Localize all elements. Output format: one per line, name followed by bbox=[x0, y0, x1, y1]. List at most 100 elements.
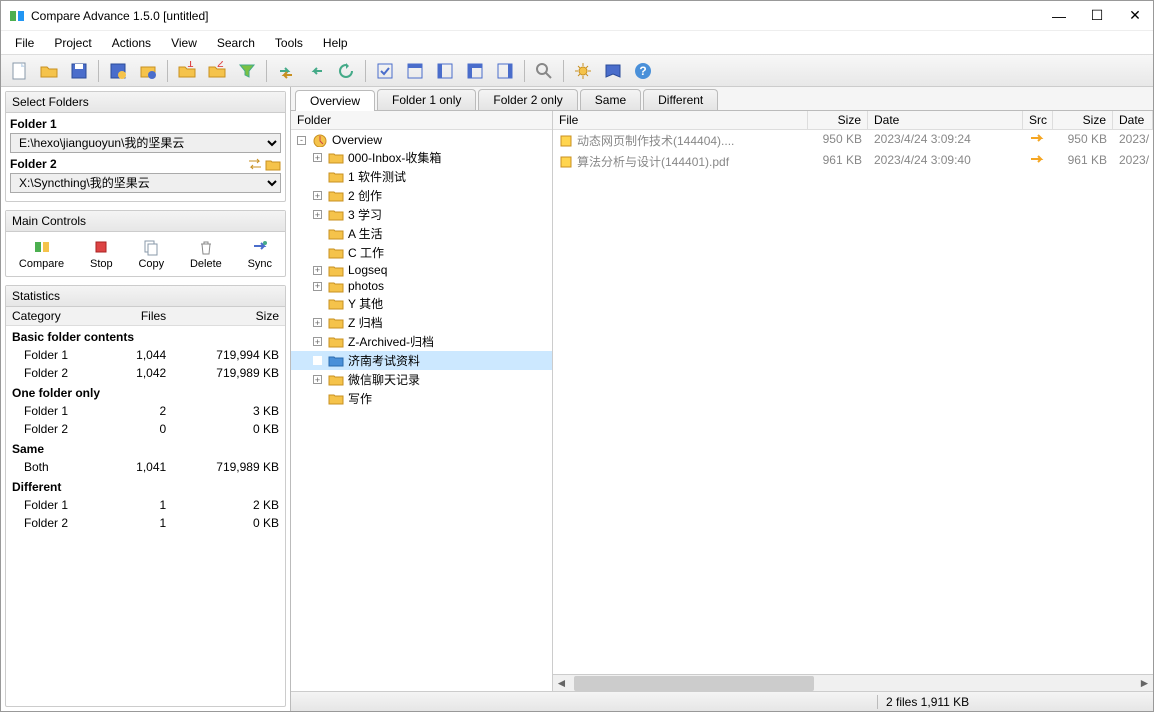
tree-item[interactable]: +3 学习 bbox=[291, 205, 552, 224]
menu-actions[interactable]: Actions bbox=[104, 34, 159, 52]
tree-item[interactable]: C 工作 bbox=[291, 243, 552, 262]
new-button[interactable] bbox=[5, 58, 33, 84]
panel2-button[interactable] bbox=[431, 58, 459, 84]
close-button[interactable]: ✕ bbox=[1125, 6, 1145, 26]
delete-button[interactable]: Delete bbox=[184, 236, 228, 272]
menu-project[interactable]: Project bbox=[46, 34, 99, 52]
tab-folder-2-only[interactable]: Folder 2 only bbox=[478, 89, 577, 110]
tab-overview[interactable]: Overview bbox=[295, 90, 375, 111]
maximize-button[interactable]: ☐ bbox=[1087, 6, 1107, 26]
refresh-button[interactable] bbox=[332, 58, 360, 84]
tree-label: 济南考试资料 bbox=[348, 352, 420, 369]
expander-icon[interactable]: + bbox=[313, 210, 322, 219]
tab-folder-1-only[interactable]: Folder 1 only bbox=[377, 89, 476, 110]
search-button[interactable] bbox=[530, 58, 558, 84]
tree-item[interactable]: -Overview bbox=[291, 132, 552, 148]
folder-icon bbox=[328, 280, 344, 293]
save-project-button[interactable] bbox=[104, 58, 132, 84]
recent-projects-button[interactable] bbox=[134, 58, 162, 84]
folder2-input[interactable]: X:\Syncthing\我的坚果云 bbox=[10, 173, 281, 193]
tree-item[interactable]: 济南考试资料 bbox=[291, 351, 552, 370]
folder1-input[interactable]: E:\hexo\jianguoyun\我的坚果云 bbox=[10, 133, 281, 153]
stats-size: 3 KB bbox=[172, 402, 285, 420]
swap-folders-icon[interactable] bbox=[247, 157, 263, 171]
tree-label: 000-Inbox-收集箱 bbox=[348, 149, 441, 166]
expander-icon[interactable]: + bbox=[313, 191, 322, 200]
copy-button[interactable]: Copy bbox=[132, 236, 170, 272]
tree-item[interactable]: +Z-Archived-归档 bbox=[291, 332, 552, 351]
expander-icon[interactable]: + bbox=[313, 337, 322, 346]
tree-item[interactable]: +2 创作 bbox=[291, 186, 552, 205]
tree-item[interactable]: +photos bbox=[291, 278, 552, 294]
stats-group: One folder only bbox=[6, 382, 285, 402]
tree-item[interactable]: +Logseq bbox=[291, 262, 552, 278]
stats-size: 0 KB bbox=[172, 514, 285, 532]
menu-file[interactable]: File bbox=[7, 34, 42, 52]
save-button[interactable] bbox=[65, 58, 93, 84]
menu-view[interactable]: View bbox=[163, 34, 205, 52]
sync-icon bbox=[251, 238, 269, 256]
sync-right-button[interactable] bbox=[272, 58, 300, 84]
tree-item[interactable]: Y 其他 bbox=[291, 294, 552, 313]
help-button[interactable]: ? bbox=[629, 58, 657, 84]
file-date2: 2023/ bbox=[1113, 152, 1153, 171]
file-date2: 2023/ bbox=[1113, 131, 1153, 150]
delete-icon bbox=[197, 238, 215, 256]
folder2-button[interactable]: 2 bbox=[203, 58, 231, 84]
tree-item[interactable]: +Z 归档 bbox=[291, 313, 552, 332]
tab-different[interactable]: Different bbox=[643, 89, 718, 110]
sync-left-button[interactable] bbox=[302, 58, 330, 84]
app-icon bbox=[9, 8, 25, 24]
folder-icon bbox=[328, 264, 344, 277]
filter-button[interactable] bbox=[233, 58, 261, 84]
expander-icon[interactable]: + bbox=[313, 266, 322, 275]
file-date1: 2023/4/24 3:09:40 bbox=[868, 152, 1023, 171]
sync-button[interactable]: Sync bbox=[242, 236, 278, 272]
browse-icon[interactable] bbox=[265, 157, 281, 171]
settings-button[interactable] bbox=[569, 58, 597, 84]
horizontal-scrollbar[interactable]: ◄ ► bbox=[553, 674, 1153, 691]
minimize-button[interactable]: — bbox=[1049, 6, 1069, 26]
folder1-button[interactable]: 1 bbox=[173, 58, 201, 84]
tree-item[interactable]: A 生活 bbox=[291, 224, 552, 243]
expander-icon[interactable]: + bbox=[313, 318, 322, 327]
file-col-date1[interactable]: Date bbox=[868, 111, 1023, 129]
file-col-src[interactable]: Src bbox=[1023, 111, 1053, 129]
tree-label: A 生活 bbox=[348, 225, 383, 242]
compare-icon bbox=[33, 238, 51, 256]
tab-same[interactable]: Same bbox=[580, 89, 641, 110]
folder-icon bbox=[312, 134, 328, 147]
panel4-button[interactable] bbox=[491, 58, 519, 84]
stats-files: 1,042 bbox=[109, 364, 172, 382]
panel3-button[interactable] bbox=[461, 58, 489, 84]
tree-item[interactable]: 1 软件测试 bbox=[291, 167, 552, 186]
file-col-size2[interactable]: Size bbox=[1053, 111, 1113, 129]
file-row[interactable]: 算法分析与设计(144401).pdf961 KB2023/4/24 3:09:… bbox=[553, 151, 1153, 172]
check-button[interactable] bbox=[371, 58, 399, 84]
menu-help[interactable]: Help bbox=[315, 34, 356, 52]
file-row[interactable]: 动态网页制作技术(144404)....950 KB2023/4/24 3:09… bbox=[553, 130, 1153, 151]
expander-icon[interactable]: + bbox=[313, 153, 322, 162]
stats-files: 1,044 bbox=[109, 346, 172, 364]
stop-button[interactable]: Stop bbox=[84, 236, 119, 272]
scroll-left-arrow[interactable]: ◄ bbox=[553, 676, 570, 690]
file-col-size1[interactable]: Size bbox=[808, 111, 868, 129]
book-button[interactable] bbox=[599, 58, 627, 84]
tree-item[interactable]: 写作 bbox=[291, 389, 552, 408]
file-col-file[interactable]: File bbox=[553, 111, 808, 129]
tree-item[interactable]: +微信聊天记录 bbox=[291, 370, 552, 389]
statistics-header: Statistics bbox=[6, 286, 285, 307]
panel1-button[interactable] bbox=[401, 58, 429, 84]
stats-label: Folder 2 bbox=[6, 364, 109, 382]
expander-icon[interactable]: + bbox=[313, 282, 322, 291]
open-button[interactable] bbox=[35, 58, 63, 84]
folder-icon bbox=[328, 392, 344, 405]
file-col-date2[interactable]: Date bbox=[1113, 111, 1153, 129]
tree-item[interactable]: +000-Inbox-收集箱 bbox=[291, 148, 552, 167]
expander-icon[interactable]: - bbox=[297, 136, 306, 145]
compare-button[interactable]: Compare bbox=[13, 236, 70, 272]
scroll-right-arrow[interactable]: ► bbox=[1136, 676, 1153, 690]
menu-search[interactable]: Search bbox=[209, 34, 263, 52]
expander-icon[interactable]: + bbox=[313, 375, 322, 384]
menu-tools[interactable]: Tools bbox=[267, 34, 311, 52]
